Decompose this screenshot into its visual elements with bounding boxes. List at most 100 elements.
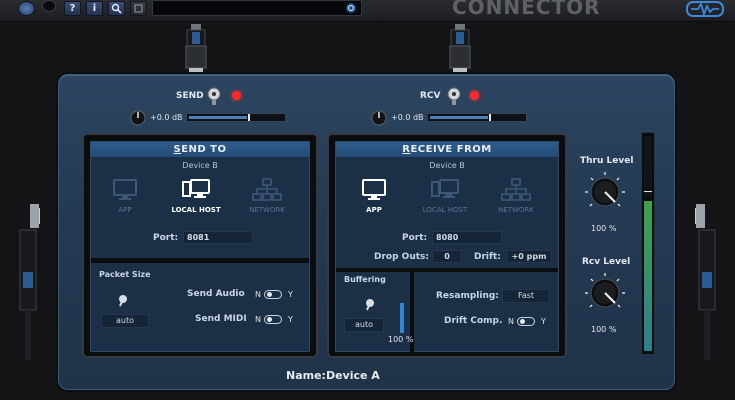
buffering-field[interactable]: auto [344,318,384,332]
buffer-fill-bar [400,303,404,333]
receive-gain-handle[interactable] [489,114,491,121]
drift-comp-n: N [508,317,514,326]
preset-field[interactable] [152,0,362,16]
waveform-logo-icon [686,1,724,17]
send-label: SEND [176,91,204,101]
receive-monitor-knob-icon[interactable] [446,87,462,105]
receive-mode-network-label: NETWORK [498,206,534,214]
meter-level-fill [644,201,652,351]
left-cable-icon [19,204,40,360]
packet-size-field[interactable]: auto [101,314,149,328]
drift-label: Drift: [474,252,501,262]
info-button[interactable]: i [86,1,103,16]
receive-from-title-rest: ECEIVE FROM [410,144,492,155]
receive-label: RCV [420,91,441,101]
send-mode-network-label: NETWORK [249,206,285,214]
resampling-label: Resampling: [436,291,499,301]
network-icon [501,178,531,201]
send-mode-localhost[interactable]: LOCAL HOST [165,178,227,214]
receive-mode-localhost[interactable]: LOCAL HOST [414,178,476,214]
send-audio-toggle[interactable] [264,290,282,299]
receive-from-inner: RECEIVE FROM Device B APP LOCAL HOST NET… [335,141,559,352]
top-toolbar: ? i CONNECTOR [0,0,735,22]
send-port-field[interactable]: 8081 [183,231,253,244]
send-to-title: SEND TO [91,142,309,157]
right-cable-icon [695,204,716,360]
brand-logo-text: CONNECTOR [452,0,601,19]
dropouts-label: Drop Outs: [374,252,429,262]
receive-mode-app[interactable]: APP [354,178,394,214]
packet-size-label: Packet Size [99,270,151,279]
help-label: ? [69,3,76,14]
receive-port-label: Port: [402,233,428,243]
mode-button[interactable] [42,0,56,12]
magnifier-icon [111,3,122,14]
local-host-icon [182,179,210,198]
packet-size-knob-icon[interactable] [115,292,131,308]
power-button[interactable] [18,1,35,16]
thru-level-value: 100 % [591,224,617,233]
meter-peak-line [644,191,652,192]
rcv-level-knob-icon[interactable] [583,271,627,315]
send-audio-n: N [255,290,261,299]
drift-comp-toggle[interactable] [517,317,535,326]
buffer-percent: 100 % [388,335,414,344]
receive-gain-slider[interactable] [427,113,527,122]
output-meter [641,132,655,355]
send-midi-label: Send MIDI [195,314,247,324]
send-gain-slider[interactable] [186,113,286,122]
page-icon [134,4,143,13]
send-port-label: Port: [153,233,179,243]
send-device-name: Device B [182,161,218,170]
send-midi-y: Y [288,315,293,324]
resampling-field[interactable]: Fast [502,289,550,303]
thru-level-label: Thru Level [580,156,634,166]
receive-gain-value: +0.0 dB [391,113,424,122]
rcv-level-label: Rcv Level [582,257,631,267]
monitor-icon [113,179,137,200]
receive-mode-network[interactable]: NETWORK [490,178,542,214]
send-led [232,91,241,100]
buffering-label: Buffering [344,275,386,284]
send-mode-app[interactable]: APP [105,178,145,214]
send-midi-n: N [255,315,261,324]
thru-level-knob-icon[interactable] [583,170,627,214]
receive-gain-fill [430,116,488,119]
send-mode-localhost-label: LOCAL HOST [171,206,221,214]
receive-from-panel: RECEIVE FROM Device B APP LOCAL HOST NET… [327,133,567,358]
rcv-level-value: 100 % [591,325,617,334]
send-gain-knob-icon[interactable] [130,110,146,126]
network-icon [252,178,282,201]
send-midi-toggle[interactable] [264,315,282,324]
send-mode-network[interactable]: NETWORK [241,178,293,214]
drift-value: +0 ppm [506,250,552,263]
send-gain-value: +0.0 dB [150,113,183,122]
drift-comp-label: Drift Comp. [444,316,503,326]
local-host-icon [431,179,459,198]
preset-dropdown-icon[interactable] [345,2,357,14]
receive-device-name: Device B [429,161,465,170]
send-gain-fill [189,116,247,119]
send-connector-icon [185,24,207,78]
receive-port-field[interactable]: 8080 [432,231,502,244]
dropouts-value: 0 [432,250,462,263]
search-button[interactable] [108,1,125,16]
send-separator [91,258,309,263]
receive-led [470,91,479,100]
drift-comp-y: Y [541,317,546,326]
receive-mode-app-label: APP [366,206,382,214]
receive-mode-localhost-label: LOCAL HOST [422,206,468,214]
info-label: i [92,3,97,14]
page-button[interactable] [130,1,147,16]
send-to-panel: SEND TO Device B APP LOCAL HOST NETWORK … [82,133,318,358]
help-button[interactable]: ? [64,1,81,16]
send-monitor-knob-icon[interactable] [206,87,222,105]
receive-connector-icon [449,24,471,78]
send-to-inner: SEND TO Device B APP LOCAL HOST NETWORK … [90,141,310,352]
buffering-knob-icon[interactable] [362,296,378,312]
send-audio-label: Send Audio [187,289,245,299]
receive-gain-knob-icon[interactable] [371,110,387,126]
device-name-label: Name:Device A [286,369,380,382]
send-audio-y: Y [288,290,293,299]
send-gain-handle[interactable] [248,114,250,121]
